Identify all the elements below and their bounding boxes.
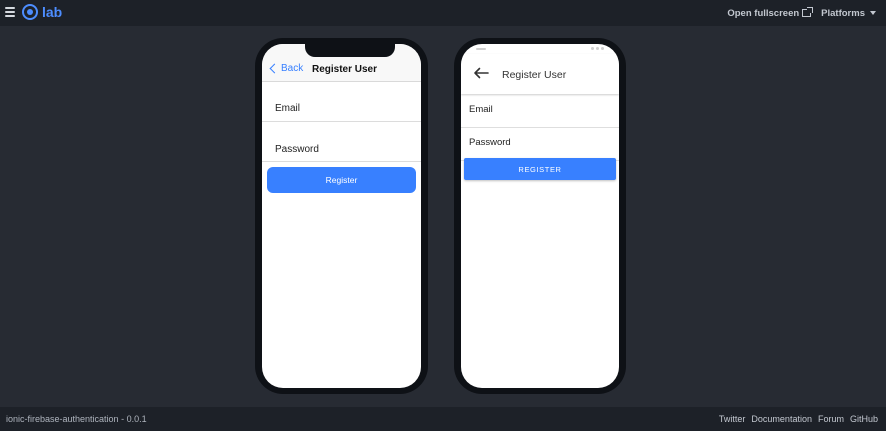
ionic-lab-logo[interactable]: lab [22,4,62,20]
phone-notch [305,44,395,57]
top-bar: lab Open fullscreen Platforms [0,0,886,26]
logo-text: lab [42,4,63,20]
email-label: Email [275,103,301,114]
password-field[interactable]: Password [262,122,421,162]
app-version: ionic-firebase-authentication - 0.0.1 [6,414,147,424]
android-screen: Register User Email Password REGISTER [461,44,619,388]
status-pill-icon [476,48,486,50]
platforms-dropdown[interactable]: Platforms [821,8,876,19]
register-button[interactable]: REGISTER [464,158,616,180]
password-label: Password [275,144,319,155]
ios-phone-frame: Back Register User Email Password Regist… [255,38,428,394]
documentation-link[interactable]: Documentation [751,414,812,424]
register-button[interactable]: Register [267,167,416,193]
github-link[interactable]: GitHub [850,414,878,424]
email-field[interactable]: Email [461,95,619,128]
status-dots-icon [591,47,604,50]
ionic-logo-icon [22,4,38,20]
android-phone-frame: Register User Email Password REGISTER [454,38,626,394]
open-fullscreen-link[interactable]: Open fullscreen [727,7,814,19]
footer: ionic-firebase-authentication - 0.0.1 Tw… [0,407,886,431]
menu-icon[interactable] [5,7,15,17]
page-title: Register User [502,69,567,81]
email-label: Email [469,104,493,115]
forum-link[interactable]: Forum [818,414,844,424]
password-field[interactable]: Password [461,128,619,161]
arrow-back-icon[interactable] [473,67,489,79]
android-toolbar: Register User [461,54,619,94]
platforms-label: Platforms [821,7,865,19]
email-field[interactable]: Email [262,82,421,122]
open-fullscreen-label: Open fullscreen [727,7,800,19]
status-bar [461,44,619,54]
caret-down-icon [870,11,876,15]
external-link-icon [802,7,814,17]
twitter-link[interactable]: Twitter [719,414,746,424]
password-label: Password [469,137,511,148]
page-title: Register User [311,64,378,75]
ios-screen: Back Register User Email Password Regist… [262,44,421,388]
